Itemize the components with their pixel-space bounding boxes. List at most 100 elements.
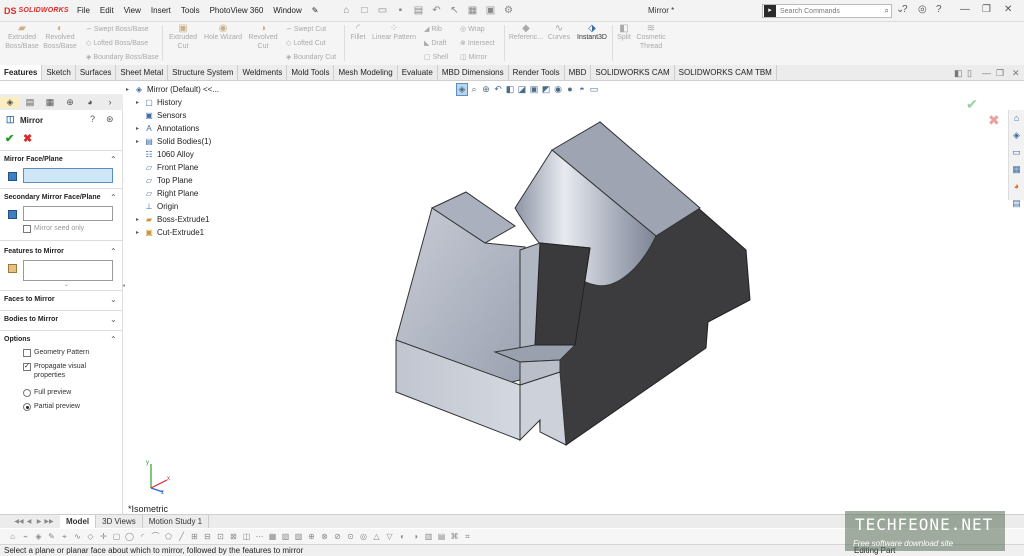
expand-arrow-icon[interactable]: ▸ — [136, 138, 144, 145]
hide-show-items-icon[interactable]: ◉ — [552, 84, 564, 95]
part-model-3d[interactable] — [390, 115, 760, 460]
expand-icon[interactable]: ⌄ — [110, 295, 117, 304]
mirror-command-button[interactable]: ◫ Mirror — [460, 53, 487, 61]
toolbar-icon[interactable]: ⬠ — [162, 532, 175, 541]
propagate-visual-option[interactable]: ✓ Propagate visual properties — [23, 362, 119, 380]
toolbar-icon[interactable]: ✛ — [97, 532, 110, 541]
menu-edit[interactable]: Edit — [95, 6, 119, 15]
extruded-cut-button[interactable]: ▣ Extruded Cut — [166, 24, 200, 51]
filter-icon[interactable]: ⌂ — [6, 532, 19, 541]
tree-item-material[interactable]: ☷ 1060 Alloy — [136, 150, 194, 159]
next-tab-icon[interactable]: ▶ — [34, 518, 44, 525]
shell-button[interactable]: ▢ Shell — [424, 53, 448, 61]
options-header[interactable]: Options — [4, 336, 30, 343]
tree-item-boss-extrude[interactable]: ▸ ▰ Boss-Extrude1 — [136, 215, 209, 224]
tab-mesh-modeling[interactable]: Mesh Modeling — [334, 65, 398, 80]
filter-edges-icon[interactable]: ⌁ — [19, 532, 32, 541]
collapse-icon[interactable]: ⌃ — [110, 193, 117, 202]
toolbar-icon[interactable]: ⊗ — [318, 532, 331, 541]
search-input[interactable]: Search Commands — [780, 8, 885, 15]
search-icon[interactable]: ⌕ — [885, 6, 889, 16]
search-commands[interactable]: ▸ Search Commands ⌕ — [762, 4, 892, 18]
toolbar-icon[interactable]: ⌖ — [58, 532, 71, 542]
tab-3d-views[interactable]: 3D Views — [96, 515, 143, 528]
tree-item-sensors[interactable]: ▣ Sensors — [136, 111, 186, 120]
toolbar-icon[interactable]: ▤ — [435, 532, 448, 541]
property-manager-tab-icon[interactable]: ▤ — [20, 97, 40, 108]
toolbar-icon[interactable]: ▥ — [422, 532, 435, 541]
view-orientation-icon[interactable]: ◈ — [456, 82, 468, 96]
menu-tools[interactable]: Tools — [176, 6, 205, 15]
cosmetic-thread-button[interactable]: ≋ Cosmetic Thread — [636, 24, 666, 51]
toolbar-icon[interactable]: ⊘ — [331, 532, 344, 541]
rebuild-icon[interactable]: ▦ — [463, 5, 481, 16]
tree-item-solid-bodies[interactable]: ▸ ▤ Solid Bodies(1) — [136, 137, 211, 146]
display-manager-tab-icon[interactable]: ◕ — [80, 97, 100, 107]
toolbar-icon[interactable]: ◯ — [123, 532, 136, 541]
first-tab-icon[interactable]: ◀◀ — [14, 518, 24, 525]
new-icon[interactable]: □ — [355, 5, 373, 16]
toolbar-icon[interactable]: ⊙ — [344, 532, 357, 541]
view-palette-icon[interactable]: ▦ — [1009, 161, 1024, 178]
propagate-visual-checkbox[interactable]: ✓ — [23, 363, 31, 371]
custom-properties-icon[interactable]: ▤ — [1009, 195, 1024, 212]
section-view-icon[interactable]: ◧ — [504, 84, 516, 95]
tree-item-origin[interactable]: ⊥ Origin — [136, 202, 179, 211]
design-library-icon[interactable]: ◈ — [1009, 127, 1024, 144]
tab-render-tools[interactable]: Render Tools — [509, 65, 565, 80]
swept-boss-button[interactable]: ∽ Swept Boss/Base — [86, 25, 149, 33]
tree-item-history[interactable]: ▸ ▢ History — [136, 98, 182, 107]
expand-arrow-icon[interactable]: ▸ — [136, 99, 144, 106]
expand-arrow-icon[interactable]: ▸ — [136, 216, 144, 223]
faces-to-mirror-header[interactable]: Faces to Mirror — [4, 296, 55, 303]
bodies-to-mirror-header[interactable]: Bodies to Mirror — [4, 316, 58, 323]
viewport-minimize-icon[interactable]: — — [982, 68, 991, 78]
file-explorer-icon[interactable]: ▭ — [1009, 144, 1024, 161]
menu-view[interactable]: View — [119, 6, 146, 15]
help-icon[interactable]: ? — [902, 4, 908, 15]
viewport-restore-icon[interactable]: ❐ — [996, 68, 1004, 79]
confirm-cancel-icon[interactable]: ✖ — [988, 112, 1000, 129]
toolbar-icon[interactable]: ◑ — [409, 532, 422, 541]
split-button[interactable]: ◧ Split — [614, 24, 634, 42]
mirror-seed-only-option[interactable]: Mirror seed only — [23, 224, 84, 233]
zoom-to-fit-icon[interactable]: ⌕ — [468, 84, 480, 95]
tab-solidworks-cam-tbm[interactable]: SOLIDWORKS CAM TBM — [675, 65, 777, 80]
select-icon[interactable]: ↖ — [445, 5, 463, 16]
cancel-button[interactable]: ✖ — [23, 132, 32, 145]
home-icon[interactable]: ⌂ — [337, 5, 355, 16]
extruded-boss-button[interactable]: ▰ Extruded Boss/Base — [4, 24, 40, 51]
panel-icon[interactable]: ◧ — [954, 68, 963, 79]
viewport-close-icon[interactable]: ✕ — [1012, 68, 1020, 79]
expand-arrow-icon[interactable]: ▸ — [136, 229, 144, 236]
tab-features[interactable]: Features — [0, 65, 43, 80]
display-style-icon[interactable]: ◩ — [540, 84, 552, 95]
solidworks-logo[interactable]: DS SOLIDWORKS — [0, 6, 72, 16]
configuration-manager-tab-icon[interactable]: ▦ — [40, 97, 60, 108]
appearances-icon[interactable]: ◕ — [1009, 178, 1024, 195]
panel-collapse-handle-icon[interactable]: ◂ — [122, 282, 125, 289]
tab-evaluate[interactable]: Evaluate — [398, 65, 438, 80]
tab-mold-tools[interactable]: Mold Tools — [287, 65, 335, 80]
geometry-pattern-checkbox[interactable] — [23, 349, 31, 357]
filter-faces-icon[interactable]: ◈ — [32, 532, 45, 541]
toolbar-icon[interactable]: ⊕ — [305, 532, 318, 541]
secondary-mirror-face-selection-box[interactable] — [23, 206, 113, 221]
undo-icon[interactable]: ↶ — [427, 5, 445, 16]
collapse-icon[interactable]: ⌃ — [110, 335, 117, 344]
panel-split-icon[interactable]: ▯ — [967, 68, 972, 79]
toolbar-icon[interactable]: ⌒ — [149, 531, 162, 542]
revolved-cut-button[interactable]: ◑ Revolved Cut — [246, 24, 280, 51]
collapse-arrow-icon[interactable]: ▸ — [126, 86, 134, 93]
toolbar-icon[interactable]: ⊞ — [188, 532, 201, 541]
curves-button[interactable]: ∿ Curves — [546, 24, 572, 42]
tree-item-right-plane[interactable]: ▱ Right Plane — [136, 189, 198, 198]
save-icon[interactable]: ▪ — [391, 5, 409, 16]
intersect-button[interactable]: ⊗ Intersect — [460, 39, 495, 47]
rib-button[interactable]: ◢ Rib — [424, 25, 442, 33]
toolbar-icon[interactable]: ⊠ — [227, 532, 240, 541]
menu-file[interactable]: File — [72, 6, 95, 15]
feature-manager-tab-icon[interactable]: ◈ — [0, 96, 20, 108]
hole-wizard-button[interactable]: ◉ Hole Wizard — [202, 24, 244, 42]
mirror-face-selection-box[interactable] — [23, 168, 113, 183]
